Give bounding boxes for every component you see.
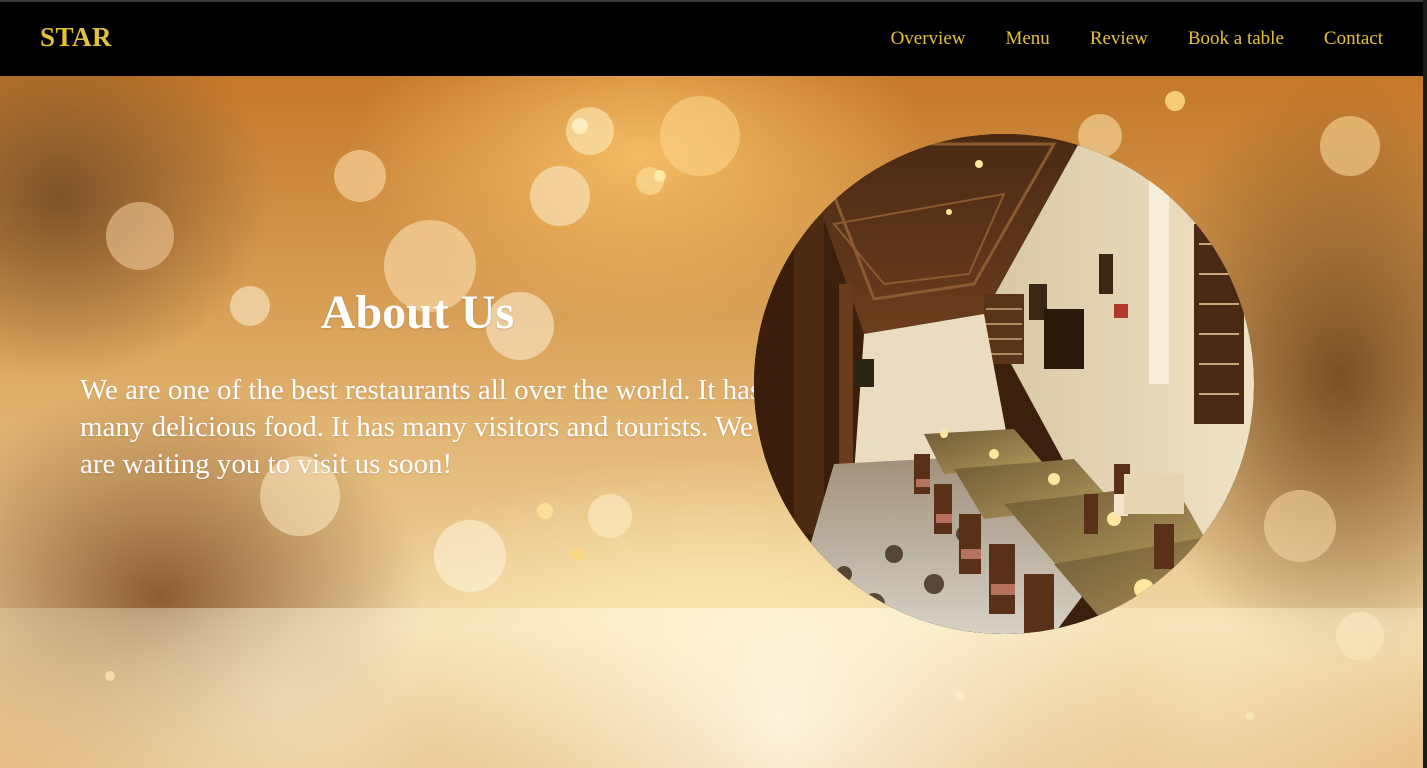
nav-link-review[interactable]: Review xyxy=(1090,28,1148,50)
browser-viewport: STAR Overview Menu Review Book a table C… xyxy=(0,0,1427,768)
nav-link-contact[interactable]: Contact xyxy=(1324,28,1383,50)
glitter-overlay xyxy=(0,608,1423,768)
restaurant-photo xyxy=(754,134,1254,634)
window-edge xyxy=(1423,0,1427,768)
about-title: About Us xyxy=(320,286,515,339)
navbar: STAR Overview Menu Review Book a table C… xyxy=(0,2,1423,76)
brand-logo[interactable]: STAR xyxy=(40,22,112,53)
about-section: About Us We are one of the best restaura… xyxy=(0,76,1423,768)
nav-link-overview[interactable]: Overview xyxy=(891,28,966,50)
nav-links: Overview Menu Review Book a table Contac… xyxy=(891,28,1383,50)
about-text: We are one of the best restaurants all o… xyxy=(80,374,762,480)
nav-link-book-a-table[interactable]: Book a table xyxy=(1188,28,1284,50)
nav-link-menu[interactable]: Menu xyxy=(1005,28,1049,50)
